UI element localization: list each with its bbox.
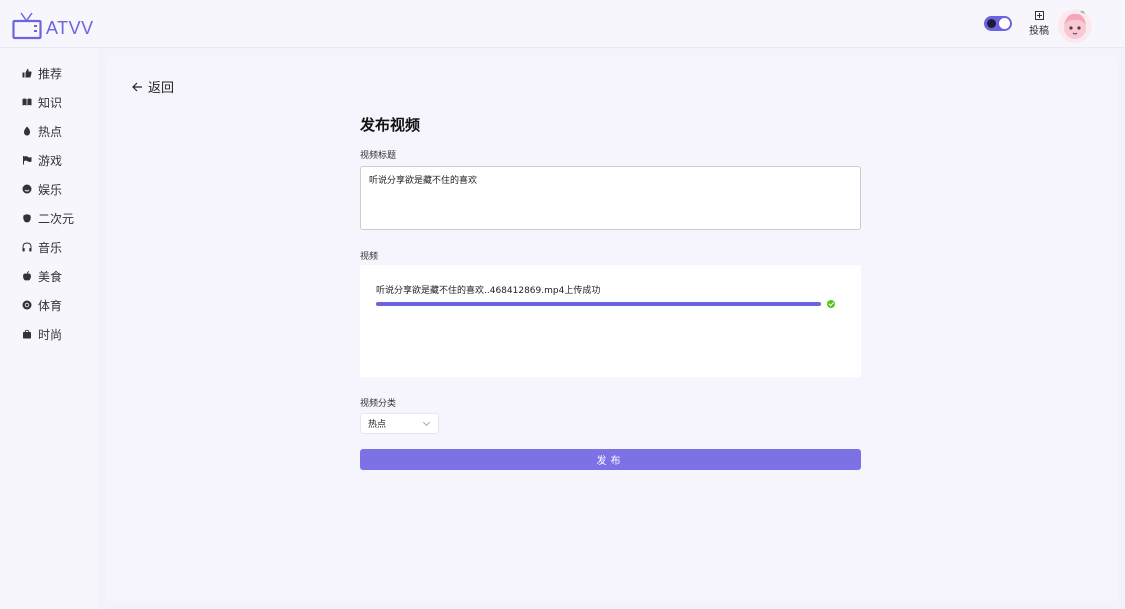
avatar[interactable] (1058, 9, 1092, 43)
publish-button[interactable]: 发布 (360, 449, 861, 470)
headphones-icon (22, 242, 32, 252)
upload-button[interactable]: 投稿 (1024, 11, 1054, 41)
sidebar-item-label: 热点 (38, 124, 63, 139)
check-circle-icon (827, 300, 835, 308)
sidebar-item-food[interactable]: 美食 (22, 266, 62, 286)
arrow-left-icon (132, 82, 142, 91)
sidebar-item-sports[interactable]: 体育 (22, 295, 62, 315)
sidebar: 推荐 知识 热点 游戏 娱乐 二次元 音乐 美食 体育 时尚 (0, 48, 98, 609)
upload-status-text: 听说分享欲是藏不住的喜欢..468412869.mp4上传成功 (376, 286, 601, 296)
sidebar-item-label: 体育 (38, 298, 63, 313)
sidebar-item-games[interactable]: 游戏 (22, 150, 62, 170)
sidebar-item-label: 游戏 (38, 153, 63, 168)
sidebar-item-label: 二次元 (38, 211, 75, 226)
fire-icon (22, 126, 32, 136)
sidebar-item-label: 音乐 (38, 240, 63, 255)
upload-progress-bar (376, 302, 821, 306)
bag-icon (22, 329, 32, 339)
tv-logo-icon (12, 12, 42, 40)
upload-label: 投稿 (1029, 26, 1049, 37)
sidebar-item-label: 时尚 (38, 327, 63, 342)
back-label: 返回 (148, 81, 175, 96)
toggle-knob (999, 18, 1010, 29)
plus-square-icon (1034, 11, 1044, 20)
sidebar-item-anime[interactable]: 二次元 (22, 208, 74, 228)
page-title: 发布视频 (360, 116, 421, 134)
smile-icon (22, 184, 32, 194)
avatar-image-icon (1058, 9, 1092, 43)
ball-icon (22, 300, 32, 310)
sidebar-item-fashion[interactable]: 时尚 (22, 324, 62, 344)
top-header: ATVV 投稿 (0, 0, 1125, 48)
book-icon (22, 97, 32, 107)
category-selected-value: 热点 (368, 420, 387, 430)
sidebar-item-entertainment[interactable]: 娱乐 (22, 179, 62, 199)
title-input[interactable]: 听说分享欲是藏不住的喜欢 (360, 166, 861, 230)
theme-toggle[interactable] (984, 16, 1012, 31)
thumbs-up-icon (22, 68, 32, 78)
sidebar-item-recommend[interactable]: 推荐 (22, 63, 62, 83)
upload-progress-fill (376, 302, 821, 306)
sidebar-item-music[interactable]: 音乐 (22, 237, 62, 257)
sidebar-item-label: 知识 (38, 95, 63, 110)
sidebar-item-hot[interactable]: 热点 (22, 121, 62, 141)
sidebar-item-label: 美食 (38, 269, 63, 284)
sidebar-item-knowledge[interactable]: 知识 (22, 92, 62, 112)
apple-icon (22, 271, 32, 281)
main-panel: 返回 发布视频 视频标题 听说分享欲是藏不住的喜欢 视频 听说分享欲是藏不住的喜… (105, 56, 1118, 601)
sidebar-item-label: 推荐 (38, 66, 63, 81)
flag-icon (22, 155, 32, 165)
category-field-label: 视频分类 (360, 399, 397, 409)
anime-icon (22, 213, 32, 223)
moon-icon (987, 19, 996, 28)
logo-text: ATVV (46, 18, 94, 38)
video-field-label: 视频 (360, 252, 379, 262)
back-button[interactable]: 返回 (132, 77, 174, 96)
chevron-down-icon (422, 418, 431, 427)
logo[interactable]: ATVV (12, 12, 94, 40)
sidebar-item-label: 娱乐 (38, 182, 63, 197)
video-upload-area[interactable]: 听说分享欲是藏不住的喜欢..468412869.mp4上传成功 (360, 265, 861, 377)
category-select[interactable]: 热点 (360, 413, 439, 434)
title-field-label: 视频标题 (360, 151, 397, 161)
